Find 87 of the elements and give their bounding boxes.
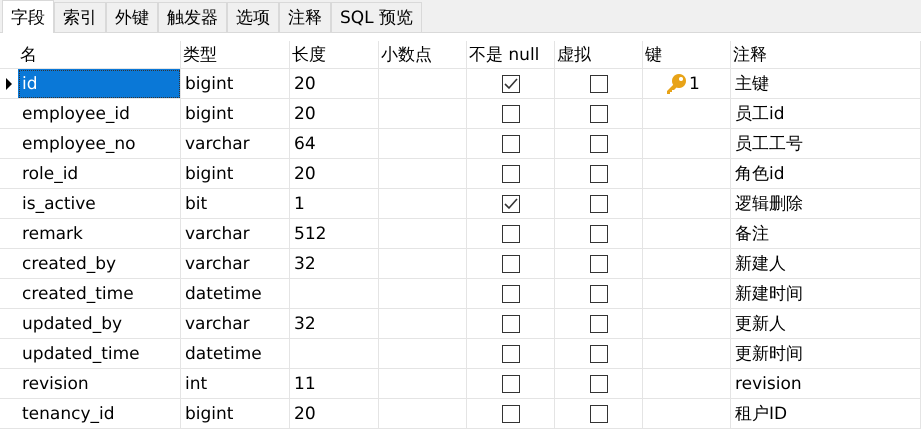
table-cell: varchar (181, 129, 290, 159)
tab[interactable]: 索引 (54, 2, 106, 32)
table-cell[interactable]: revision (18, 369, 181, 399)
table-cell[interactable]: role_id (18, 159, 181, 189)
checkbox[interactable] (590, 404, 608, 422)
table-cell[interactable]: created_by (18, 249, 181, 279)
table-cell[interactable]: remark (18, 219, 181, 249)
tab[interactable]: 字段 (2, 0, 54, 33)
table-cell[interactable]: id (18, 69, 181, 99)
table-cell: 备注 (731, 219, 921, 249)
table-cell: varchar (181, 309, 290, 339)
tab[interactable]: 选项 (227, 2, 279, 32)
checkbox[interactable] (502, 194, 520, 212)
checkbox[interactable] (590, 74, 608, 92)
checkbox[interactable] (502, 104, 520, 122)
table-cell: int (181, 369, 290, 399)
table-cell: 32 (290, 249, 379, 279)
table-cell: 1 (290, 189, 379, 219)
table-cell: 租户ID (731, 399, 921, 429)
checkbox[interactable] (590, 254, 608, 272)
checkbox[interactable] (590, 374, 608, 392)
column-header[interactable]: 虚拟 (555, 41, 643, 69)
table-cell: 11 (290, 369, 379, 399)
table-cell: 512 (290, 219, 379, 249)
checkbox[interactable] (502, 374, 520, 392)
tab[interactable]: 触发器 (158, 2, 227, 32)
table-cell: bit (181, 189, 290, 219)
table-cell: 角色id (731, 159, 921, 189)
column-header[interactable]: 类型 (181, 41, 290, 69)
table-cell: 逻辑删除 (731, 189, 921, 219)
checkbox[interactable] (590, 134, 608, 152)
table-cell[interactable]: employee_no (18, 129, 181, 159)
tab[interactable]: 注释 (279, 2, 331, 32)
column-header[interactable]: 长度 (290, 41, 379, 69)
table-cell: datetime (181, 279, 290, 309)
table-cell: 主键 (731, 69, 921, 99)
table-cell: datetime (181, 339, 290, 369)
checkbox[interactable] (590, 314, 608, 332)
table-cell: 员工工号 (731, 129, 921, 159)
table-cell: 20 (290, 69, 379, 99)
checkbox[interactable] (590, 224, 608, 242)
checkbox[interactable] (502, 404, 520, 422)
column-header[interactable]: 键 (643, 41, 731, 69)
table-cell[interactable]: employee_id (18, 99, 181, 129)
table-cell: 新建时间 (731, 279, 921, 309)
checkbox[interactable] (590, 344, 608, 362)
checkbox[interactable] (590, 104, 608, 122)
table-cell[interactable]: is_active (18, 189, 181, 219)
checkbox[interactable] (502, 314, 520, 332)
checkbox[interactable] (502, 284, 520, 302)
checkbox[interactable] (502, 164, 520, 182)
table-cell: 32 (290, 309, 379, 339)
checkbox[interactable] (502, 74, 520, 92)
table-cell[interactable]: created_time (18, 279, 181, 309)
table-cell: 新建人 (731, 249, 921, 279)
checkbox[interactable] (502, 134, 520, 152)
checkbox[interactable] (502, 224, 520, 242)
table-cell: varchar (181, 219, 290, 249)
row-pointer-icon (6, 78, 12, 90)
column-header[interactable]: 不是 null (467, 41, 555, 69)
table-cell: bigint (181, 99, 290, 129)
table-cell: bigint (181, 159, 290, 189)
checkbox[interactable] (502, 344, 520, 362)
table-cell: varchar (181, 249, 290, 279)
table-cell[interactable]: updated_time (18, 339, 181, 369)
table-cell: 员工id (731, 99, 921, 129)
key-number: 1 (689, 74, 700, 94)
table-cell: 64 (290, 129, 379, 159)
key-icon (665, 72, 687, 94)
table-cell: 更新时间 (731, 339, 921, 369)
checkbox[interactable] (502, 254, 520, 272)
table-cell: bigint (181, 399, 290, 429)
column-header[interactable]: 小数点 (379, 41, 467, 69)
checkbox[interactable] (590, 164, 608, 182)
tab[interactable]: SQL 预览 (331, 2, 422, 32)
table-cell: 20 (290, 399, 379, 429)
column-header[interactable]: 注释 (731, 41, 921, 69)
table-cell[interactable]: tenancy_id (18, 399, 181, 429)
table-cell[interactable]: updated_by (18, 309, 181, 339)
checkbox[interactable] (590, 284, 608, 302)
table-cell: 更新人 (731, 309, 921, 339)
table-cell: 20 (290, 99, 379, 129)
table-cell: revision (731, 369, 921, 399)
table-cell: 20 (290, 159, 379, 189)
tab[interactable]: 外键 (106, 2, 158, 32)
table-cell: bigint (181, 69, 290, 99)
checkbox[interactable] (590, 194, 608, 212)
